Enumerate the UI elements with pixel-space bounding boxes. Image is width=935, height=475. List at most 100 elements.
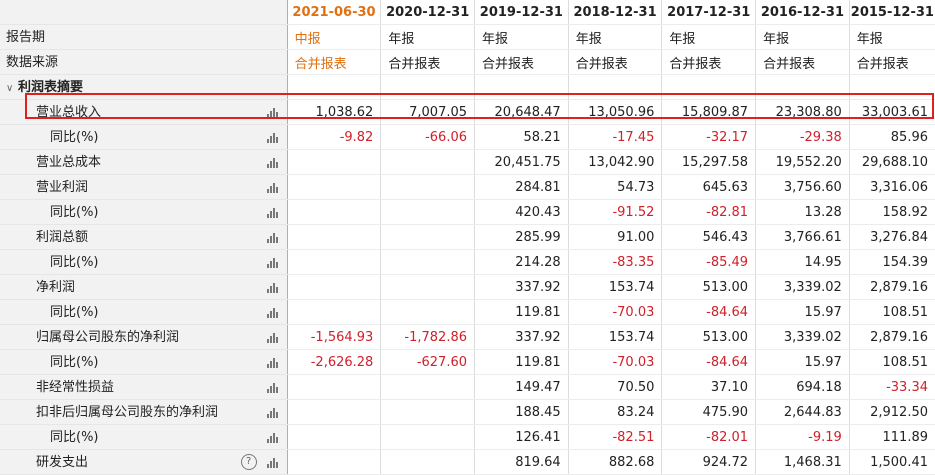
row-label: 利润总额	[0, 224, 288, 250]
bar-chart-icon[interactable]	[266, 357, 279, 368]
meta-row: 数据来源 合并报表 合并报表 合并报表 合并报表 合并报表 合并报表 合并报表	[0, 49, 935, 75]
value-cell: 108.51	[848, 349, 935, 375]
empty-cell	[380, 74, 475, 100]
value-cell: -29.38	[755, 124, 850, 150]
value-cell: -2,626.28	[286, 349, 381, 375]
row-label: 报告期	[0, 24, 288, 50]
value-cell: 70.50	[567, 374, 662, 400]
value-cell: 13,050.96	[567, 99, 662, 125]
value-cell: 29,688.10	[848, 149, 935, 175]
help-icon[interactable]: ?	[240, 454, 257, 470]
value-cell: 153.74	[567, 324, 662, 350]
meta-cell: 年报	[848, 24, 935, 50]
value-cell: 3,316.06	[848, 174, 935, 200]
bar-chart-icon[interactable]	[266, 107, 279, 118]
row-label: 扣非后归属母公司股东的净利润	[0, 399, 288, 425]
value-cell: 214.28	[474, 249, 569, 275]
value-cell	[380, 199, 475, 225]
meta-cell: 年报	[380, 24, 475, 50]
row-label-text: 归属母公司股东的净利润	[36, 329, 180, 345]
value-cell: 882.68	[567, 449, 662, 475]
column-header-date[interactable]: 2020-12-31	[380, 0, 475, 25]
value-cell	[286, 199, 381, 225]
row-label: 归属母公司股东的净利润	[0, 324, 288, 350]
bar-chart-icon[interactable]	[266, 282, 279, 293]
row-label: 非经常性损益	[0, 374, 288, 400]
value-cell: 119.81	[474, 349, 569, 375]
column-header-date[interactable]: 2017-12-31	[661, 0, 756, 25]
value-cell: 108.51	[848, 299, 935, 325]
value-cell: -17.45	[567, 124, 662, 150]
value-cell: 111.89	[848, 424, 935, 450]
bar-chart-icon[interactable]	[266, 307, 279, 318]
value-cell: 20,451.75	[474, 149, 569, 175]
value-cell: 546.43	[661, 224, 756, 250]
value-cell	[286, 149, 381, 175]
bar-chart-icon[interactable]	[266, 407, 279, 418]
bar-chart-icon[interactable]	[266, 382, 279, 393]
table-row: 扣非后归属母公司股东的净利润 188.45 83.24 475.90 2,644.83 2…	[0, 399, 935, 425]
row-label-text: 营业利润	[36, 179, 89, 195]
bar-chart-icon[interactable]	[266, 432, 279, 443]
bar-chart-icon[interactable]	[266, 132, 279, 143]
column-header-date[interactable]: 2018-12-31	[567, 0, 662, 25]
value-cell	[286, 399, 381, 425]
bar-chart-icon[interactable]	[266, 232, 279, 243]
bar-chart-icon[interactable]	[266, 332, 279, 343]
collapse-arrow-icon[interactable]: ∨	[6, 83, 16, 94]
value-cell	[286, 249, 381, 275]
value-cell	[380, 174, 475, 200]
value-cell: 694.18	[755, 374, 850, 400]
row-label-text: 营业总收入	[36, 104, 102, 120]
value-cell	[380, 149, 475, 175]
bar-chart-icon[interactable]	[266, 182, 279, 193]
value-cell: 188.45	[474, 399, 569, 425]
column-header-date[interactable]: 2015-12-31	[848, 0, 935, 25]
bar-chart-icon[interactable]	[266, 257, 279, 268]
table-row: 同比(%) 126.41 -82.51 -82.01 -9.19 111.89	[0, 424, 935, 450]
section-header[interactable]: ∨ 利润表摘要	[0, 74, 288, 100]
table-row: 利润总额 285.99 91.00 546.43 3,766.61 3,276.84	[0, 224, 935, 250]
bar-chart-icon[interactable]	[266, 157, 279, 168]
value-cell: -70.03	[567, 349, 662, 375]
value-cell: 513.00	[661, 324, 756, 350]
table-row: 净利润 337.92 153.74 513.00 3,339.02 2,879.16	[0, 274, 935, 300]
value-cell	[380, 299, 475, 325]
value-cell: 158.92	[848, 199, 935, 225]
table-row: 同比(%) 214.28 -83.35 -85.49 14.95 154.39	[0, 249, 935, 275]
row-label: 营业总成本	[0, 149, 288, 175]
row-label: 营业总收入	[0, 99, 288, 125]
meta-cell: 年报	[755, 24, 850, 50]
row-label-text: 报告期	[6, 29, 46, 45]
value-cell: -33.34	[848, 374, 935, 400]
meta-cell: 合并报表	[474, 49, 569, 75]
section-row[interactable]: ∨ 利润表摘要	[0, 74, 935, 100]
value-cell: 15.97	[755, 349, 850, 375]
value-cell	[380, 274, 475, 300]
value-cell: 337.92	[474, 324, 569, 350]
meta-cell: 合并报表	[567, 49, 662, 75]
value-cell: 645.63	[661, 174, 756, 200]
value-cell: 3,766.61	[755, 224, 850, 250]
column-header-date[interactable]: 2019-12-31	[474, 0, 569, 25]
value-cell: 1,038.62	[286, 99, 381, 125]
value-cell	[286, 299, 381, 325]
table-row: 研发支出? 819.64 882.68 924.72 1,468.31 1,500.41	[0, 449, 935, 475]
section-title: 利润表摘要	[18, 79, 84, 95]
value-cell: 3,756.60	[755, 174, 850, 200]
row-label-text: 研发支出	[36, 454, 89, 470]
value-cell: 2,644.83	[755, 399, 850, 425]
bar-chart-icon[interactable]	[266, 457, 279, 468]
value-cell	[380, 224, 475, 250]
bar-chart-icon[interactable]	[266, 207, 279, 218]
table-row: 同比(%) 119.81 -70.03 -84.64 15.97 108.51	[0, 299, 935, 325]
value-cell	[286, 424, 381, 450]
row-label-text: 营业总成本	[36, 154, 102, 170]
column-header-date[interactable]: 2021-06-30	[286, 0, 381, 25]
value-cell: -1,782.86	[380, 324, 475, 350]
value-cell	[380, 449, 475, 475]
row-label: 数据来源	[0, 49, 288, 75]
column-header-date[interactable]: 2016-12-31	[755, 0, 850, 25]
empty-cell	[286, 74, 381, 100]
value-cell: 14.95	[755, 249, 850, 275]
